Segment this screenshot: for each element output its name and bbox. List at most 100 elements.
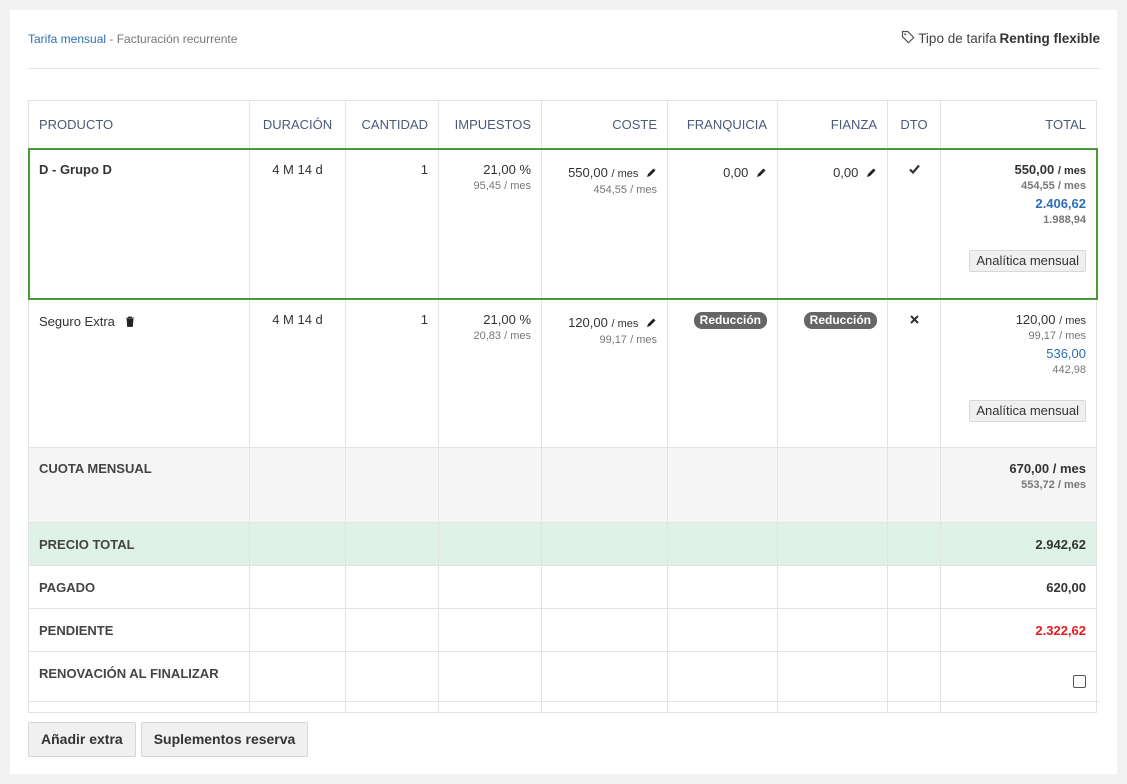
reservation-supplements-button[interactable]: Suplementos reserva [140,722,309,757]
total-full-net: 1.988,94 [1043,214,1086,226]
paid-value: 620,00 [940,565,1097,609]
total-full: 536,00 [1046,346,1086,361]
renewal-label: RENOVACIÓN AL FINALIZAR [28,651,250,713]
total-net: 454,55 [1021,180,1055,192]
empty-cell [345,608,439,652]
empty-cell [541,522,668,566]
col-header-deposit: FIANZA [777,100,888,149]
cross-icon[interactable] [909,312,919,327]
empty-cell [667,565,778,609]
empty-cell [667,522,778,566]
empty-cell [887,522,941,566]
monthly-analytics-button[interactable]: Analítica mensual [969,250,1086,272]
breadcrumb-link-monthly-rate[interactable]: Tarifa mensual [28,32,106,46]
empty-cell [541,565,668,609]
deposit-cell: Reducción [777,298,888,448]
reduction-badge[interactable]: Reducción [803,312,877,329]
cost-net: 454,55 [593,184,628,197]
total-value: 120,00 [1015,312,1056,327]
col-header-duration: DURACIÓN [249,100,346,149]
empty-cell [438,608,542,652]
pending-row: PENDIENTE 2.322,62 [28,608,1097,652]
edit-pencil-icon[interactable] [866,166,877,181]
per-month-label: / mes [504,180,531,192]
discount-cell [887,298,941,448]
empty-cell [777,447,888,523]
empty-cell [249,608,346,652]
breadcrumb-current: Facturación recurrente [116,32,238,46]
total-cell: 550,00 / mes 454,55 / mes 2.406,62 1.988… [940,148,1097,299]
monthly-fee-net: 553,72 [1021,479,1055,491]
col-header-quantity: CANTIDAD [345,100,439,149]
per-month-label: / mes [504,330,531,342]
product-name: Seguro Extra [39,314,115,329]
monthly-fee-label: CUOTA MENSUAL [28,447,250,523]
breadcrumb-separator: - [106,32,117,46]
empty-cell [777,522,888,566]
monthly-fee-cell: 670,00 / mes 553,72 / mes [940,447,1097,523]
quantity-cell: 1 [345,298,439,448]
empty-cell [887,565,941,609]
tax-rate: 21,00 % [483,162,531,177]
rate-type-value: Renting flexible [999,31,1100,46]
per-month-label: / mes [1057,180,1086,192]
empty-cell [249,447,346,523]
cost-value: 550,00 [568,165,608,180]
check-icon[interactable] [908,162,920,177]
tag-icon [901,30,915,47]
rate-type-label: Tipo de tarifa [918,31,997,46]
total-value: 550,00 [1014,162,1055,177]
tax-rate: 21,00 % [483,312,531,327]
renewal-row: RENOVACIÓN AL FINALIZAR [28,651,1097,713]
per-month-label: / mes [611,318,639,330]
discount-cell [887,148,941,299]
empty-cell [249,651,346,713]
col-header-total: TOTAL [940,100,1097,149]
per-month-label: / mes [611,168,639,180]
table-row[interactable]: D - Grupo D 4 M 14 d 1 21,00 % 95,45 / m… [27,147,1098,300]
empty-cell [249,522,346,566]
per-month-label: / mes [630,334,657,347]
monthly-fee-row: CUOTA MENSUAL 670,00 / mes 553,72 / mes [28,447,1097,523]
col-header-product: PRODUCTO [28,100,250,149]
rate-type: Tipo de tarifa Renting flexible [901,30,1100,47]
billing-panel: Tarifa mensual - Facturación recurrente … [10,10,1117,774]
deposit-value: 0,00 [833,165,859,180]
empty-cell [777,565,888,609]
empty-cell [249,565,346,609]
empty-cell [345,522,439,566]
edit-pencil-icon[interactable] [646,316,657,331]
cost-cell: 120,00 / mes 99,17 / mes [541,298,668,448]
add-extra-button[interactable]: Añadir extra [28,722,136,757]
empty-cell [438,447,542,523]
cost-net: 99,17 [599,334,628,347]
tax-cell: 21,00 % 95,45 / mes [438,148,542,299]
total-price-label: PRECIO TOTAL [28,522,250,566]
divider [28,68,1100,69]
edit-pencil-icon[interactable] [646,166,657,181]
empty-cell [667,608,778,652]
trash-icon[interactable] [125,315,135,330]
paid-row: PAGADO 620,00 [28,565,1097,609]
col-header-cost: COSTE [541,100,668,149]
empty-cell [777,608,888,652]
total-price-row: PRECIO TOTAL 2.942,62 [28,522,1097,566]
renewal-cell [940,651,1097,713]
empty-cell [667,447,778,523]
empty-cell [345,651,439,713]
table-row[interactable]: Seguro Extra 4 M 14 d 1 21,00 % 20,83 / … [28,298,1097,448]
empty-cell [667,651,778,713]
empty-cell [438,651,542,713]
reduction-badge[interactable]: Reducción [693,312,767,329]
col-header-discount: DTO [887,100,941,149]
col-header-franchise: FRANQUICIA [667,100,778,149]
panel-header: Tarifa mensual - Facturación recurrente … [28,30,1100,68]
per-month-label: / mes [1057,165,1086,177]
renewal-checkbox[interactable] [1073,675,1086,688]
pending-label: PENDIENTE [28,608,250,652]
edit-pencil-icon[interactable] [756,166,767,181]
total-full: 2.406,62 [1035,196,1086,211]
monthly-analytics-button[interactable]: Analítica mensual [969,400,1086,422]
empty-cell [887,447,941,523]
empty-cell [541,608,668,652]
